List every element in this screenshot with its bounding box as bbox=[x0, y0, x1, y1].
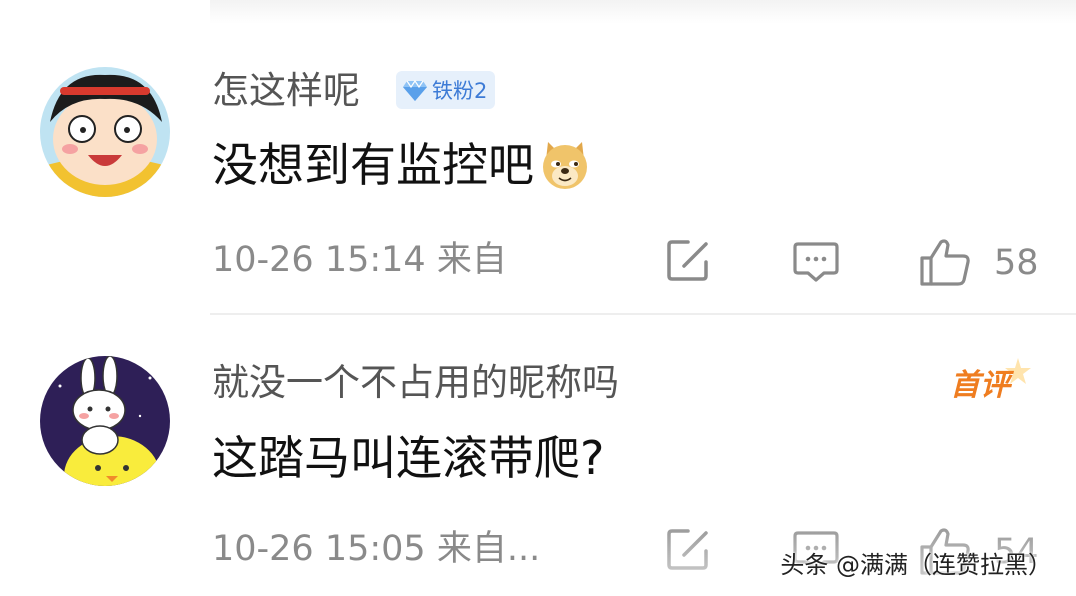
avatar[interactable] bbox=[40, 356, 170, 486]
share-button[interactable] bbox=[664, 236, 712, 284]
comment-text-content: 这踏马叫连滚带爬? bbox=[212, 431, 605, 485]
username[interactable]: 怎这样呢 bbox=[212, 72, 360, 109]
first-comment-tag: 首评 bbox=[946, 354, 1036, 404]
fan-badge-label: 铁粉2 bbox=[432, 79, 488, 103]
thumbs-up-icon bbox=[920, 239, 970, 286]
comment-divider bbox=[210, 313, 1076, 315]
share-button[interactable] bbox=[664, 525, 712, 573]
share-edit-icon bbox=[667, 529, 708, 570]
username[interactable]: 就没一个不占用的昵称吗 bbox=[212, 364, 619, 401]
fan-badge[interactable]: 铁粉2 bbox=[396, 71, 496, 109]
comment-text-content: 没想到有监控吧 bbox=[212, 138, 534, 192]
comment-source: 来自 bbox=[436, 240, 507, 280]
reply-button[interactable] bbox=[792, 236, 840, 284]
comment-icon bbox=[793, 242, 839, 282]
doge-emoji-icon bbox=[543, 142, 587, 189]
comment-time: 10-26 15:14 bbox=[212, 240, 426, 280]
comment-text: 这踏马叫连滚带爬? bbox=[212, 435, 604, 481]
share-edit-icon bbox=[667, 240, 708, 281]
comment-text: 没想到有监控吧 bbox=[212, 138, 592, 192]
comment-item: 怎这样呢 铁粉2 没想到有监控吧 10-26 15:14 来自 58 bbox=[0, 40, 1076, 315]
comment-source: 来自... bbox=[436, 529, 541, 569]
first-comment-label: 首评 bbox=[950, 368, 1010, 403]
like-count: 58 bbox=[994, 243, 1039, 283]
comment-meta: 10-26 15:14 来自 bbox=[212, 243, 507, 278]
top-shade bbox=[210, 0, 1076, 24]
avatar[interactable] bbox=[40, 67, 170, 197]
comment-time: 10-26 15:05 bbox=[212, 529, 426, 569]
like-button[interactable]: 58 bbox=[918, 236, 1039, 290]
diamond-icon bbox=[403, 79, 427, 101]
comment-meta: 10-26 15:05 来自... bbox=[212, 532, 540, 567]
watermark: 头条 @满满（连赞拉黑） bbox=[780, 551, 1052, 579]
